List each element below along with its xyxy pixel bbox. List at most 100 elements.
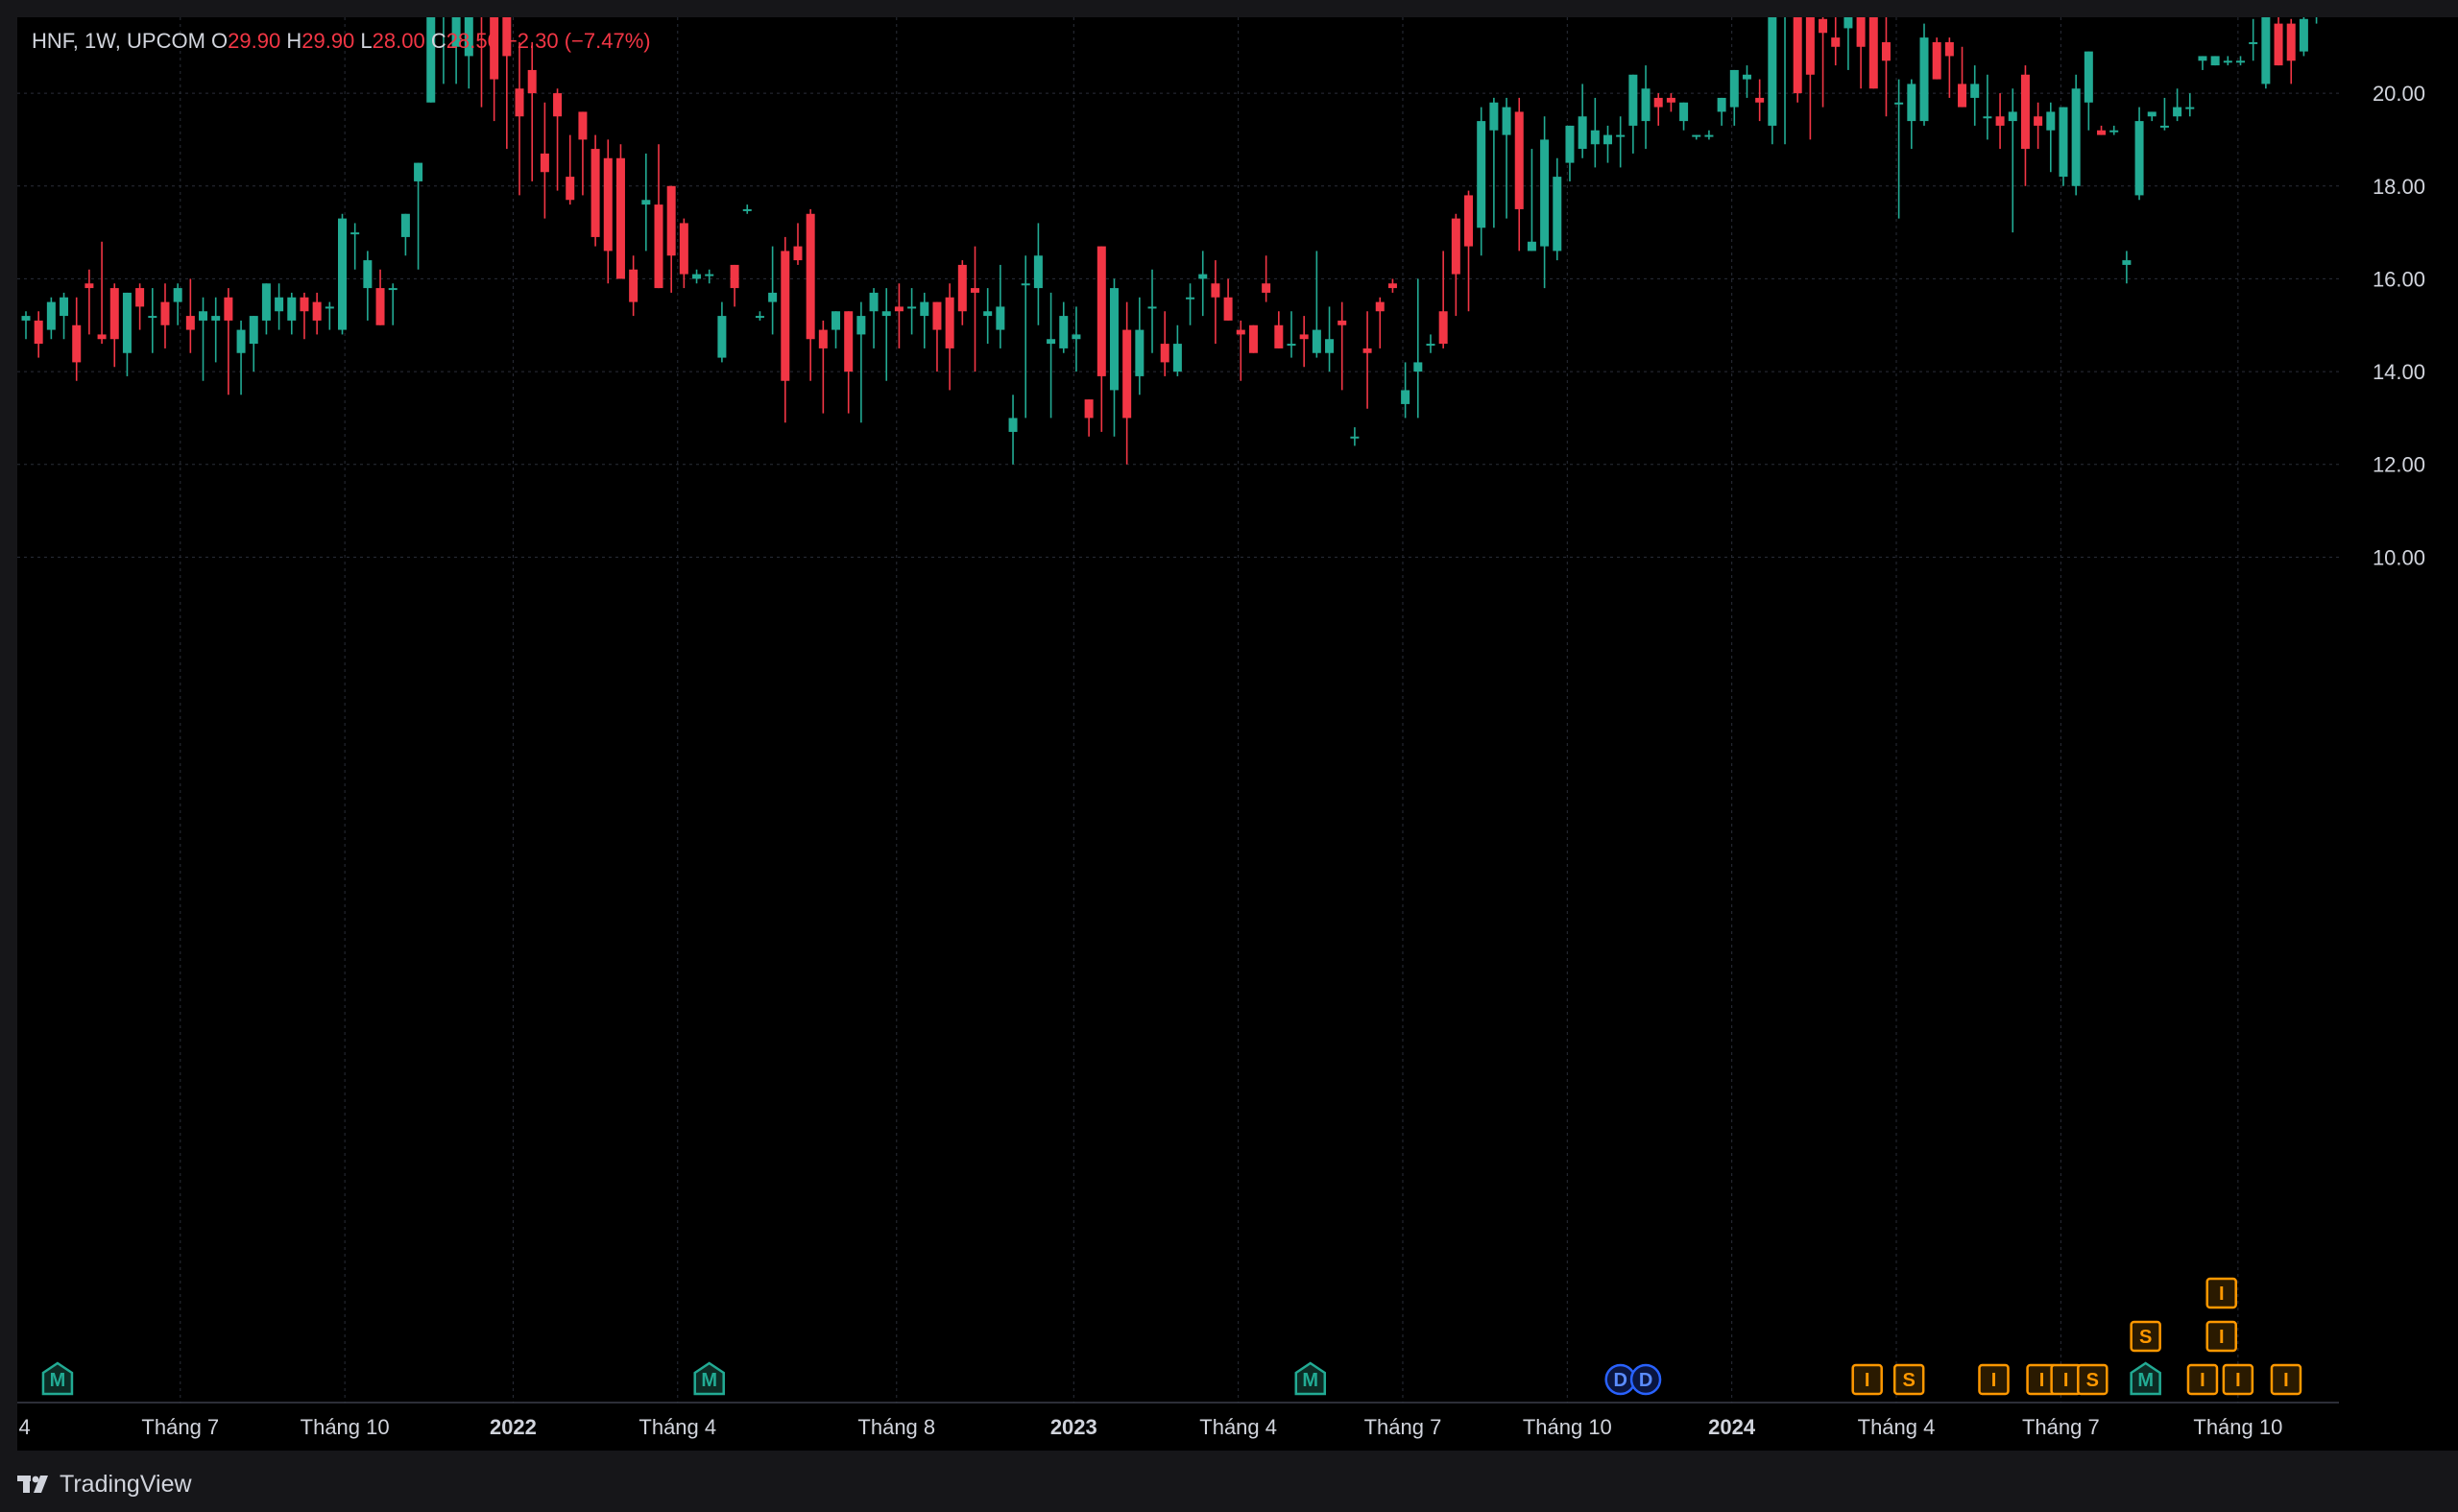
candle[interactable] [654,144,663,289]
candle[interactable] [2236,56,2245,66]
candle[interactable] [527,41,537,181]
event-marker-s[interactable]: S [2077,1363,2109,1396]
candle[interactable] [275,283,284,330]
event-marker-s[interactable]: S [1892,1363,1925,1396]
candle[interactable] [781,236,790,423]
candle[interactable] [1805,17,1815,140]
candle[interactable] [907,288,917,335]
candle[interactable] [2134,107,2144,201]
candle[interactable] [1590,97,1600,168]
candle[interactable] [211,297,221,363]
candle[interactable] [1755,79,1765,122]
candle[interactable] [515,41,524,196]
candle[interactable] [983,288,993,345]
candle[interactable] [2198,56,2207,70]
candle[interactable] [1514,97,1524,252]
candle[interactable] [1502,97,1511,219]
candle[interactable] [641,153,651,252]
candle[interactable] [578,111,588,196]
candle[interactable] [566,134,575,205]
candle[interactable] [932,301,942,372]
candle[interactable] [185,278,195,353]
candle[interactable] [2008,88,2017,233]
candle[interactable] [1958,46,1967,108]
candle[interactable] [1881,17,1891,117]
candle[interactable] [856,301,866,423]
candle[interactable] [2059,107,2068,186]
candle[interactable] [869,288,879,348]
candle[interactable] [1047,292,1056,419]
candle[interactable] [2147,111,2157,122]
candle[interactable] [1096,246,1106,432]
candle[interactable] [945,283,954,391]
candle[interactable] [1578,84,1587,158]
event-marker-i[interactable]: I [2222,1363,2254,1396]
candle[interactable] [705,269,714,284]
candle[interactable] [1312,251,1321,358]
candle[interactable] [1831,17,1841,66]
event-marker-d[interactable]: D [1629,1363,1662,1396]
candle[interactable] [806,208,815,381]
candle[interactable] [1527,149,1536,252]
candle[interactable] [1729,69,1739,126]
candle[interactable] [325,301,334,330]
candle[interactable] [1198,251,1208,317]
candle[interactable] [1135,297,1145,396]
candle[interactable] [1426,334,1435,353]
candle[interactable] [2210,56,2220,66]
candle[interactable] [109,283,119,368]
candle[interactable] [1021,255,1030,419]
candle[interactable] [793,223,803,265]
candle[interactable] [338,213,347,335]
candle[interactable] [1109,278,1119,437]
candle[interactable] [692,269,702,284]
candle[interactable] [1211,260,1220,345]
candle[interactable] [1072,306,1081,372]
candle[interactable] [2249,18,2258,61]
candle[interactable] [1186,283,1195,325]
candle[interactable] [148,288,157,353]
candle[interactable] [1894,79,1904,219]
candle[interactable] [1628,74,1638,154]
candle[interactable] [2084,51,2093,131]
candle[interactable] [236,320,246,396]
event-marker-i[interactable]: I [2205,1320,2237,1353]
candle[interactable] [1172,324,1182,376]
candle[interactable] [249,316,258,372]
candle[interactable] [1793,17,1802,103]
candle[interactable] [21,311,31,340]
candlestick-chart[interactable]: MMMDDISIIISMSIIIII 38.0036.0034.0032.003… [17,17,2458,1451]
candle[interactable] [1983,74,1992,140]
candle[interactable] [1932,37,1941,80]
candle[interactable] [300,292,309,340]
candle[interactable] [1477,107,1486,256]
candle[interactable] [287,292,297,335]
candle[interactable] [1147,269,1157,353]
candle[interactable] [2097,125,2107,135]
candle[interactable] [2261,17,2271,89]
candle[interactable] [363,251,373,321]
candle[interactable] [122,292,132,376]
candle[interactable] [1907,79,1916,150]
candle[interactable] [350,223,360,270]
event-marker-i[interactable]: I [2050,1363,2082,1396]
candle[interactable] [590,134,600,247]
candle[interactable] [603,139,613,284]
candle[interactable] [388,283,398,325]
candle[interactable] [199,297,208,381]
event-marker-i[interactable]: I [1851,1363,1883,1396]
candle[interactable] [730,264,739,307]
candle[interactable] [375,269,385,325]
candle[interactable] [1387,278,1397,293]
candle[interactable] [261,283,271,335]
candle[interactable] [2159,97,2169,131]
candle[interactable] [1160,311,1169,376]
event-marker-m[interactable]: M [41,1361,74,1396]
candle[interactable] [414,162,423,270]
candle[interactable] [553,88,563,191]
candle[interactable] [957,260,967,325]
candle[interactable] [1438,251,1448,348]
candle[interactable] [2046,102,2056,173]
candle[interactable] [1679,102,1689,131]
candle[interactable] [679,218,688,289]
